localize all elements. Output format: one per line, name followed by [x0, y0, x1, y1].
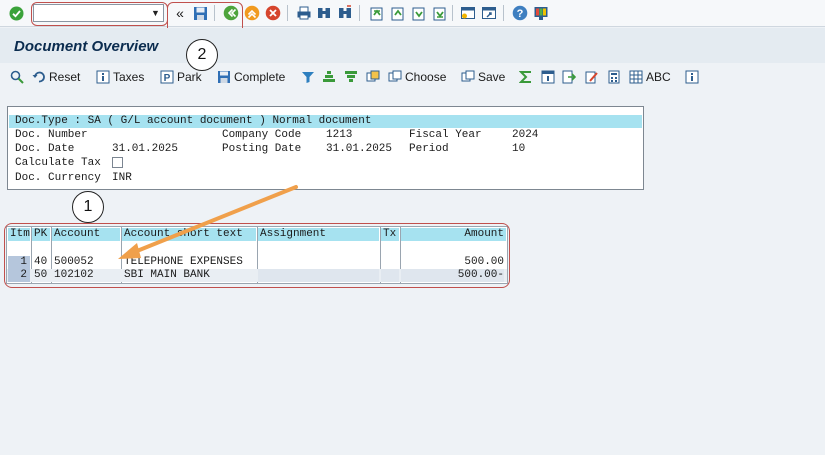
info-icon [96, 70, 110, 84]
sum-icon[interactable] [519, 68, 533, 86]
print-icon[interactable] [295, 4, 313, 22]
calculate-tax-label: Calculate Tax [15, 157, 101, 169]
choose-label: Choose [405, 70, 447, 84]
period-label: Period [409, 143, 449, 155]
fiscal-year-label: Fiscal Year [409, 129, 482, 141]
first-page-icon[interactable] [367, 4, 385, 22]
choose-icon [388, 70, 402, 82]
company-code-value: 1213 [326, 129, 353, 141]
marker-label: 1 [83, 198, 93, 215]
grid-icon [629, 70, 643, 84]
doc-number-label: Doc. Number [15, 129, 88, 141]
doc-currency-label: Doc. Currency [15, 172, 101, 184]
copy-icon [461, 70, 475, 82]
fiscal-year-value: 2024 [512, 129, 539, 141]
create-session-icon[interactable] [459, 4, 477, 22]
subtotal-icon[interactable] [366, 68, 380, 86]
info-icon [685, 70, 699, 84]
last-page-icon[interactable] [430, 4, 448, 22]
sort-ascending-icon[interactable] [322, 68, 336, 86]
application-toolbar: Reset Taxes P Park Complete Choose Save [0, 64, 825, 90]
info-button[interactable] [685, 68, 699, 86]
details-icon[interactable] [541, 68, 555, 86]
posting-date-value: 31.01.2025 [326, 143, 393, 155]
document-header: Doc.Type : SA ( G/L account document ) N… [7, 106, 644, 190]
doc-currency-value: INR [112, 172, 132, 184]
svg-text:?: ? [517, 8, 524, 20]
find-next-icon[interactable] [336, 4, 354, 22]
doc-date-label: Doc. Date [15, 143, 75, 155]
reset-button[interactable]: Reset [32, 68, 80, 86]
company-code-label: Company Code [222, 129, 302, 141]
complete-label: Complete [234, 70, 286, 84]
next-page-icon[interactable] [409, 4, 427, 22]
doc-type-line: Doc.Type : SA ( G/L account document ) N… [9, 115, 642, 128]
abc-button[interactable]: ABC [629, 68, 671, 86]
find-icon[interactable] [315, 4, 333, 22]
command-field-highlight [31, 2, 168, 26]
complete-button[interactable]: Complete [217, 68, 285, 86]
sort-descending-icon[interactable] [344, 68, 358, 86]
save-icon [218, 71, 230, 83]
filter-icon[interactable] [301, 68, 315, 86]
park-label: Park [177, 70, 202, 84]
help-icon[interactable]: ? [511, 4, 529, 22]
calculate-tax-checkbox[interactable] [112, 157, 123, 168]
reset-label: Reset [49, 70, 81, 84]
previous-page-icon[interactable] [388, 4, 406, 22]
calculator-icon[interactable] [607, 68, 621, 86]
display-icon[interactable] [10, 68, 24, 86]
customize-layout-icon[interactable] [532, 4, 550, 22]
table-highlight [4, 223, 510, 288]
abc-label: ABC [646, 70, 671, 84]
park-icon: P [160, 70, 174, 84]
shortcut-icon[interactable] [480, 4, 498, 22]
annotation-marker-2: 2 [186, 39, 218, 71]
edit-icon[interactable] [585, 68, 599, 86]
save-label: Save [478, 70, 506, 84]
posting-date-label: Posting Date [222, 143, 302, 155]
export-icon[interactable] [562, 68, 576, 86]
enter-icon[interactable] [7, 4, 25, 22]
doc-date-value: 31.01.2025 [112, 143, 179, 155]
doc-type-text: Doc.Type : SA ( G/L account document ) N… [15, 115, 372, 127]
taxes-button[interactable]: Taxes [96, 68, 144, 86]
save-layout-button[interactable]: Save [461, 68, 505, 86]
annotation-marker-1: 1 [72, 191, 104, 223]
reset-icon [32, 71, 45, 83]
cancel-icon[interactable] [264, 4, 282, 22]
period-value: 10 [512, 143, 526, 155]
taxes-label: Taxes [113, 70, 145, 84]
exit-icon[interactable] [243, 4, 261, 22]
marker-label: 2 [197, 46, 207, 63]
title-bar: Document Overview [0, 28, 825, 63]
page-title: Document Overview [14, 38, 159, 55]
park-button[interactable]: P Park [160, 68, 202, 86]
svg-text:P: P [164, 73, 171, 84]
choose-button[interactable]: Choose [388, 68, 446, 86]
